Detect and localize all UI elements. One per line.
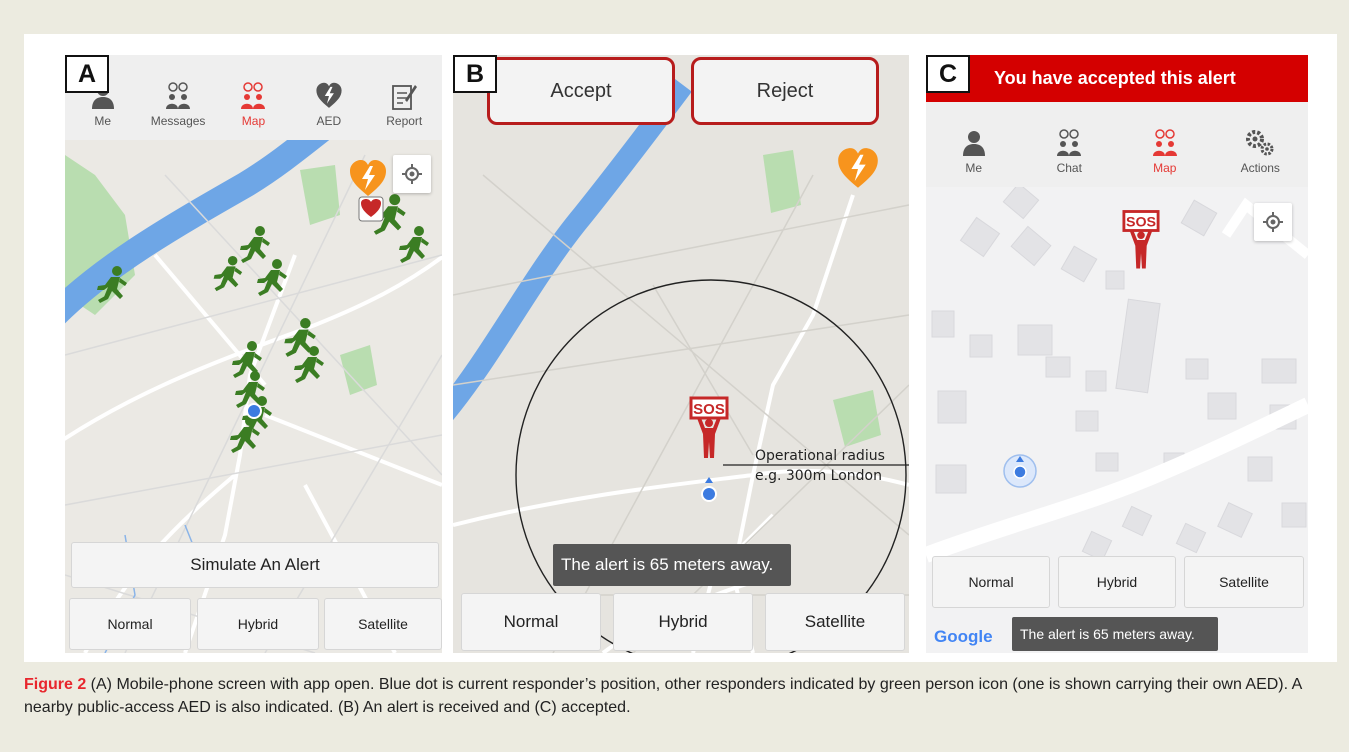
map-type-normal-button[interactable]: Normal <box>69 598 191 650</box>
map-type-satellite-button[interactable]: Satellite <box>324 598 442 650</box>
my-location-button[interactable] <box>1254 203 1292 241</box>
panel-a-map-screen: Me Messages Map AED Report Simulate An A… <box>65 55 442 653</box>
nav-item-chat[interactable]: Chat <box>1035 129 1103 175</box>
map-type-normal-button[interactable]: Normal <box>932 556 1050 608</box>
nav-item-map[interactable]: Map <box>1131 129 1199 175</box>
nav-item-messages[interactable]: Messages <box>144 82 212 128</box>
map-type-hybrid-button[interactable]: Hybrid <box>197 598 319 650</box>
chat-people-icon <box>1057 129 1082 156</box>
nav-item-actions[interactable]: Actions <box>1226 129 1294 175</box>
distance-toast: The alert is 65 meters away. <box>1012 617 1218 651</box>
panel-a-nav-bar: Me Messages Map AED Report <box>65 55 442 140</box>
aed-heart-icon <box>316 82 342 108</box>
map-type-satellite-button[interactable]: Satellite <box>765 593 905 651</box>
reject-button[interactable]: Reject <box>691 57 879 125</box>
accepted-alert-banner: You have accepted this alert <box>926 55 1308 102</box>
person-icon <box>962 131 985 156</box>
map-type-satellite-button[interactable]: Satellite <box>1184 556 1304 608</box>
map-type-normal-button[interactable]: Normal <box>461 593 601 651</box>
google-logo: Google <box>934 627 993 646</box>
distance-toast: The alert is 65 meters away. <box>553 544 791 586</box>
panel-c-label: C <box>926 55 970 93</box>
my-location-button[interactable] <box>393 155 431 193</box>
panel-a-label: A <box>65 55 109 93</box>
panel-b-label: B <box>453 55 497 93</box>
nav-item-me[interactable]: Me <box>940 129 1008 175</box>
nav-item-aed[interactable]: AED <box>295 82 363 128</box>
figure-caption: Figure 2 (A) Mobile-phone screen with ap… <box>24 673 1324 719</box>
crosshair-icon <box>402 164 422 184</box>
panel-c-alert-accepted: You have accepted this alert Me Chat Map… <box>926 55 1308 653</box>
map-type-hybrid-button[interactable]: Hybrid <box>613 593 753 651</box>
report-icon <box>392 85 418 110</box>
current-position-dot <box>1013 465 1027 479</box>
current-position-dot <box>246 403 262 419</box>
carried-aed-icon <box>358 196 384 222</box>
map-people-icon <box>1152 129 1177 156</box>
caption-text: (A) Mobile-phone screen with app open. B… <box>24 676 1302 716</box>
panel-c-nav-bar: Me Chat Map Actions <box>926 102 1308 187</box>
radius-annotation: Operational radius e.g. 300m London <box>755 448 885 484</box>
map-people-icon <box>241 82 266 109</box>
gears-icon <box>1246 130 1274 156</box>
map-type-hybrid-button[interactable]: Hybrid <box>1058 556 1176 608</box>
simulate-alert-button[interactable]: Simulate An Alert <box>71 542 439 588</box>
nav-item-report[interactable]: Report <box>370 82 438 128</box>
accept-button[interactable]: Accept <box>487 57 675 125</box>
current-position-dot <box>701 486 717 502</box>
panel-b-alert-received: Accept Reject Operational radius e.g. 30… <box>453 55 909 653</box>
crosshair-icon <box>1263 212 1283 232</box>
figure-label: Figure 2 <box>24 676 87 693</box>
chat-people-icon <box>166 82 191 109</box>
nav-item-map[interactable]: Map <box>219 82 287 128</box>
